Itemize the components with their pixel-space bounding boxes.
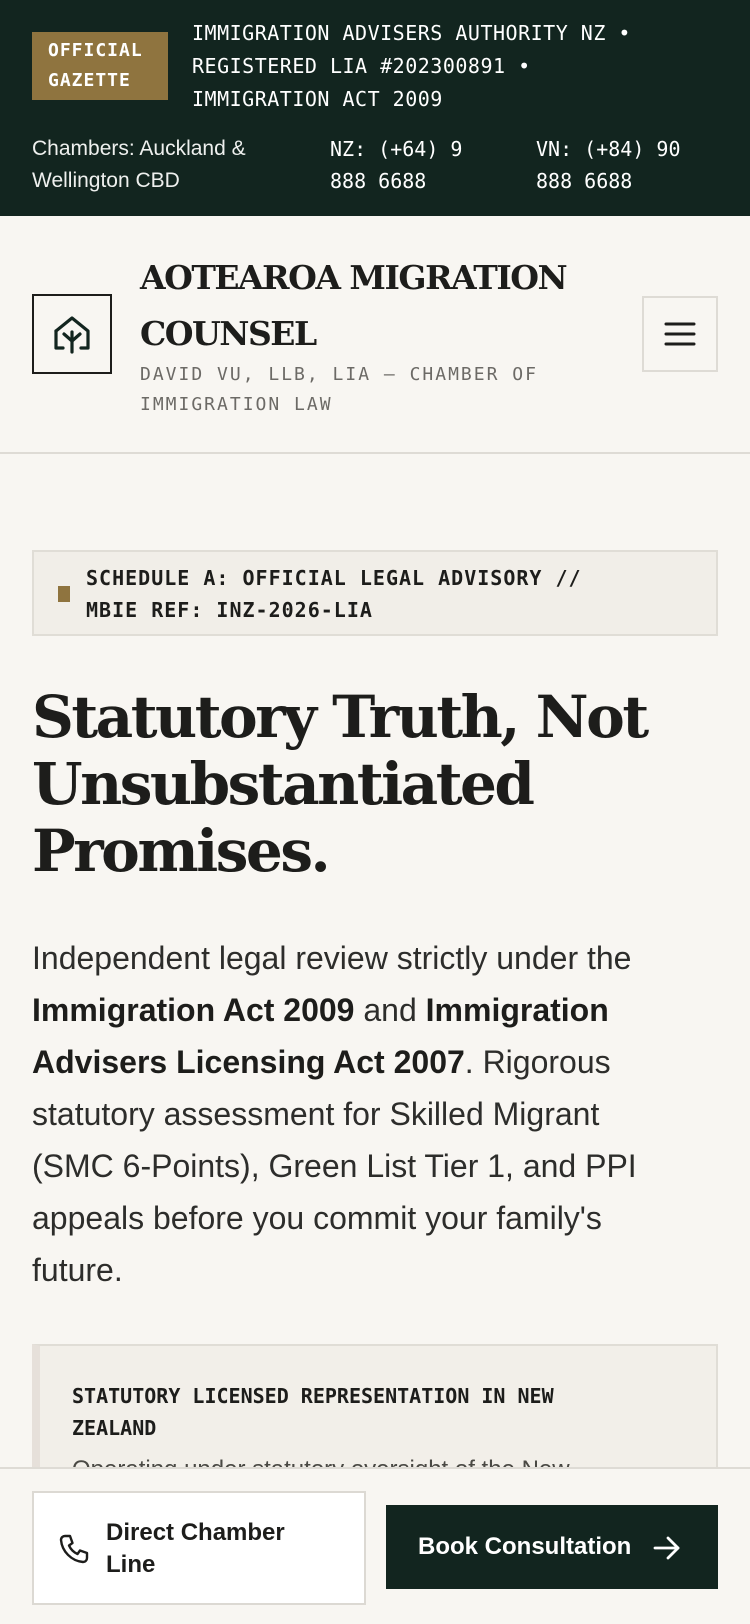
lead-line-7: future. <box>32 1244 722 1296</box>
schedule-reference-tag: SCHEDULE A: OFFICIAL LEGAL ADVISORY // M… <box>32 550 718 636</box>
direct-label-line-2: Line <box>106 1551 156 1578</box>
lead-line-3: Advisers Licensing Act 2007. Rigorous <box>32 1036 722 1088</box>
phone-nz-line-2: 888 6688 <box>330 169 427 193</box>
arrow-right-icon <box>653 1536 680 1560</box>
lead-line-1: Independent legal review strictly under … <box>32 932 722 984</box>
phone-icon <box>59 1534 89 1564</box>
lead-line-6: appeals before you commit your family's <box>32 1192 722 1244</box>
lead-line-4: statutory assessment for Skilled Migrant <box>32 1088 722 1140</box>
statutory-title-line-1: STATUTORY LICENSED REPRESENTATION IN NEW <box>72 1384 554 1408</box>
authority-registration: IMMIGRATION ADVISERS AUTHORITY NZ • REGI… <box>192 17 722 116</box>
lead-text-3c: (SMC 6-Points), Green List Tier 1, and P… <box>32 1148 637 1184</box>
lead-text-3a: . Rigorous <box>464 1044 611 1080</box>
chambers-location: Chambers: Auckland & Wellington CBD <box>32 133 312 197</box>
direct-label-line-1: Direct Chamber <box>106 1519 285 1546</box>
phone-nz-line-1: NZ: (+64) 9 <box>330 137 463 161</box>
site-header: AOTEAROA MIGRATION COUNSEL DAVID VU, LLB… <box>0 216 750 454</box>
schedule-marker <box>58 586 70 602</box>
badge-line-1: OFFICIAL <box>48 40 143 61</box>
phone-vn-link[interactable]: VN: (+84) 90 888 6688 <box>536 133 726 197</box>
badge-line-2: GAZETTE <box>48 70 131 91</box>
authority-line-2: REGISTERED LIA #202300891 • <box>192 54 531 78</box>
brand-subtitle-line-2: IMMIGRATION LAW <box>140 394 333 415</box>
lead-act-2007-b: Advisers Licensing Act 2007 <box>32 1044 465 1080</box>
phone-vn-line-1: VN: (+84) 90 <box>536 137 681 161</box>
phone-nz-link[interactable]: NZ: (+64) 9 888 6688 <box>330 133 510 197</box>
brand-name[interactable]: AOTEAROA MIGRATION COUNSEL <box>140 250 600 362</box>
lead-act-2007-a: Immigration <box>425 992 609 1028</box>
statutory-title: STATUTORY LICENSED REPRESENTATION IN NEW… <box>72 1380 672 1444</box>
direct-chamber-line-label: Direct Chamber Line <box>106 1517 346 1581</box>
headline-line-3: Promises. <box>32 817 331 885</box>
lead-act-2009: Immigration Act 2009 <box>32 992 355 1028</box>
lead-text-and: and <box>354 992 426 1028</box>
authority-line-1: IMMIGRATION ADVISERS AUTHORITY NZ • <box>192 21 631 45</box>
lead-text-3e: future. <box>32 1252 123 1288</box>
hero-headline: Statutory Truth, Not Unsubstantiated Pro… <box>32 684 722 885</box>
schedule-line-2: MBIE REF: INZ-2026-LIA <box>86 598 373 622</box>
lead-text-1: Independent legal review strictly under … <box>32 940 632 976</box>
lead-line-2: Immigration Act 2009 and Immigration <box>32 984 722 1036</box>
hamburger-menu-icon <box>664 322 696 346</box>
brand-name-line-2: COUNSEL <box>140 314 317 353</box>
lead-text-3d: appeals before you commit your family's <box>32 1200 602 1236</box>
book-consultation-label: Book Consultation <box>418 1533 632 1560</box>
official-gazette-badge: OFFICIAL GAZETTE <box>32 32 168 100</box>
lead-line-5: (SMC 6-Points), Green List Tier 1, and P… <box>32 1140 722 1192</box>
hero-lead-paragraph: Independent legal review strictly under … <box>32 932 722 1296</box>
chambers-line-1: Chambers: Auckland & <box>32 137 246 160</box>
headline-line-2: Unsubstantiated <box>32 750 535 818</box>
tree-house-icon <box>54 316 90 354</box>
top-bar: OFFICIAL GAZETTE IMMIGRATION ADVISERS AU… <box>0 0 750 216</box>
bottom-action-bar: Direct Chamber Line Book Consultation <box>0 1467 750 1624</box>
brand-name-line-1: AOTEAROA MIGRATION <box>140 258 568 297</box>
logo-link[interactable] <box>32 294 112 374</box>
phone-vn-line-2: 888 6688 <box>536 169 633 193</box>
brand-subtitle-line-1: DAVID VU, LLB, LIA — CHAMBER OF <box>140 364 538 385</box>
menu-button[interactable] <box>642 296 718 372</box>
schedule-line-1: SCHEDULE A: OFFICIAL LEGAL ADVISORY // <box>86 566 582 590</box>
brand-subtitle: DAVID VU, LLB, LIA — CHAMBER OF IMMIGRAT… <box>140 360 610 420</box>
book-consultation-button[interactable]: Book Consultation <box>386 1505 718 1589</box>
direct-chamber-line-button[interactable]: Direct Chamber Line <box>32 1491 366 1605</box>
lead-text-3b: statutory assessment for Skilled Migrant <box>32 1096 600 1132</box>
statutory-title-line-2: ZEALAND <box>72 1416 157 1440</box>
schedule-text: SCHEDULE A: OFFICIAL LEGAL ADVISORY // M… <box>86 562 696 626</box>
headline-line-1: Statutory Truth, Not <box>32 683 649 751</box>
chambers-line-2: Wellington CBD <box>32 169 180 192</box>
authority-line-3: IMMIGRATION ACT 2009 <box>192 87 443 111</box>
